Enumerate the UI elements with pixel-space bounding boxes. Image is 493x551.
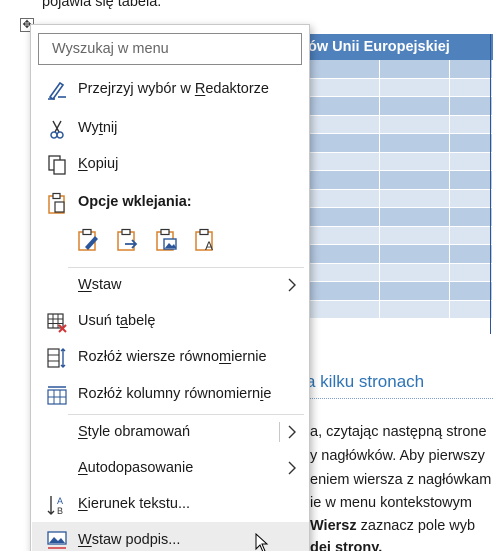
menu-item-label: Autodopasowanie bbox=[78, 460, 194, 476]
document-text-line: pojawia się tabela. bbox=[42, 0, 162, 10]
menu-search-box[interactable] bbox=[38, 33, 302, 65]
scissors-icon bbox=[50, 120, 64, 139]
paste-merge-formatting-icon[interactable] bbox=[114, 227, 140, 253]
menu-item-copy[interactable]: Kopiuj bbox=[32, 146, 309, 182]
menu-item-text-direction[interactable]: A B Kierunek tekstu... bbox=[32, 486, 309, 522]
menu-item-label: Opcje wklejania: bbox=[78, 194, 192, 210]
table-row bbox=[306, 97, 493, 116]
insert-caption-icon bbox=[47, 531, 67, 549]
chevron-right-icon[interactable] bbox=[285, 424, 299, 440]
delete-table-icon bbox=[47, 313, 67, 333]
chevron-right-icon bbox=[288, 278, 296, 292]
menu-item-distribute-rows[interactable]: Rozłóż wiersze równomiernie bbox=[32, 339, 309, 375]
document-text-line: Wiersz zaznacz pole wyb bbox=[310, 518, 476, 534]
document-text-line: dej strony. bbox=[310, 540, 383, 551]
svg-text:B: B bbox=[57, 506, 63, 516]
menu-item-label: Usuń tabelę bbox=[78, 313, 156, 329]
document-text-line: y nagłówków. Aby pierwszy bbox=[310, 448, 485, 464]
paste-keep-formatting-icon[interactable] bbox=[75, 227, 101, 253]
table-row bbox=[306, 152, 493, 171]
clipboard-icon bbox=[48, 192, 65, 214]
menu-item-label: Kopiuj bbox=[78, 156, 119, 172]
menu-item-review-in-editor[interactable]: Przejrzyj wybór w Redaktorze bbox=[32, 71, 309, 107]
table-row bbox=[306, 226, 493, 245]
distribute-columns-icon bbox=[47, 386, 67, 405]
table-row bbox=[306, 282, 493, 301]
table-row bbox=[306, 263, 493, 282]
table-header-row: ów Unii Europejskiej bbox=[306, 34, 493, 60]
table-row bbox=[306, 78, 493, 97]
menu-item-label: Rozłóż kolumny równomiernie bbox=[78, 386, 272, 402]
menu-item-label: Wstaw podpis... bbox=[78, 532, 181, 548]
table-row bbox=[306, 189, 493, 208]
menu-item-label: Wytnij bbox=[78, 120, 118, 136]
document-table[interactable]: ów Unii Europejskiej bbox=[306, 34, 493, 319]
menu-item-label: Style obramowań bbox=[78, 424, 191, 440]
svg-text:A: A bbox=[205, 239, 213, 253]
paste-options-row: A bbox=[75, 227, 218, 253]
menu-search-input[interactable] bbox=[39, 34, 301, 64]
menu-item-delete-table[interactable]: Usuń tabelę bbox=[32, 303, 309, 339]
table-row bbox=[306, 171, 493, 190]
menu-section-paste-options: Opcje wklejania: bbox=[32, 184, 309, 220]
table-row bbox=[306, 115, 493, 134]
table-row bbox=[306, 134, 493, 153]
editor-pen-icon bbox=[48, 81, 66, 101]
text-direction-icon: A B bbox=[47, 496, 63, 516]
distribute-rows-icon bbox=[47, 348, 66, 368]
split-button-divider bbox=[279, 422, 280, 442]
paste-picture-icon[interactable] bbox=[153, 227, 179, 253]
table-row bbox=[306, 300, 493, 319]
menu-item-label: Przejrzyj wybór w Redaktorze bbox=[78, 81, 269, 97]
menu-item-distribute-columns[interactable]: Rozłóż kolumny równomiernie bbox=[32, 376, 309, 412]
table-row bbox=[306, 60, 493, 79]
menu-item-label: Wstaw bbox=[78, 277, 122, 293]
menu-item-insert[interactable]: Wstaw bbox=[32, 267, 309, 303]
mouse-pointer-icon bbox=[255, 533, 269, 551]
svg-text:A: A bbox=[57, 496, 63, 506]
table-row bbox=[306, 245, 493, 264]
document-text-line: eniem wiersza z nagłówkam bbox=[310, 472, 492, 488]
document-heading: a kilku stronach bbox=[306, 372, 493, 399]
document-text-line: ie w menu kontekstowym bbox=[310, 495, 472, 511]
copy-icon bbox=[48, 155, 66, 175]
context-menu: Przejrzyj wybór w Redaktorze Wytnij Kopi… bbox=[30, 24, 310, 551]
menu-item-label: Kierunek tekstu... bbox=[78, 496, 191, 512]
menu-item-label: Rozłóż wiersze równomiernie bbox=[78, 349, 267, 365]
menu-item-border-styles[interactable]: Style obramowań bbox=[32, 414, 309, 450]
table-border bbox=[490, 34, 491, 334]
menu-item-autofit[interactable]: Autodopasowanie bbox=[32, 450, 309, 486]
table-row bbox=[306, 208, 493, 227]
document-text-line: a, czytając następną strone bbox=[310, 424, 487, 440]
paste-text-only-icon[interactable]: A bbox=[192, 227, 218, 253]
menu-item-cut[interactable]: Wytnij bbox=[32, 110, 309, 146]
bold-word: Wiersz bbox=[310, 518, 357, 534]
chevron-right-icon bbox=[288, 461, 296, 475]
